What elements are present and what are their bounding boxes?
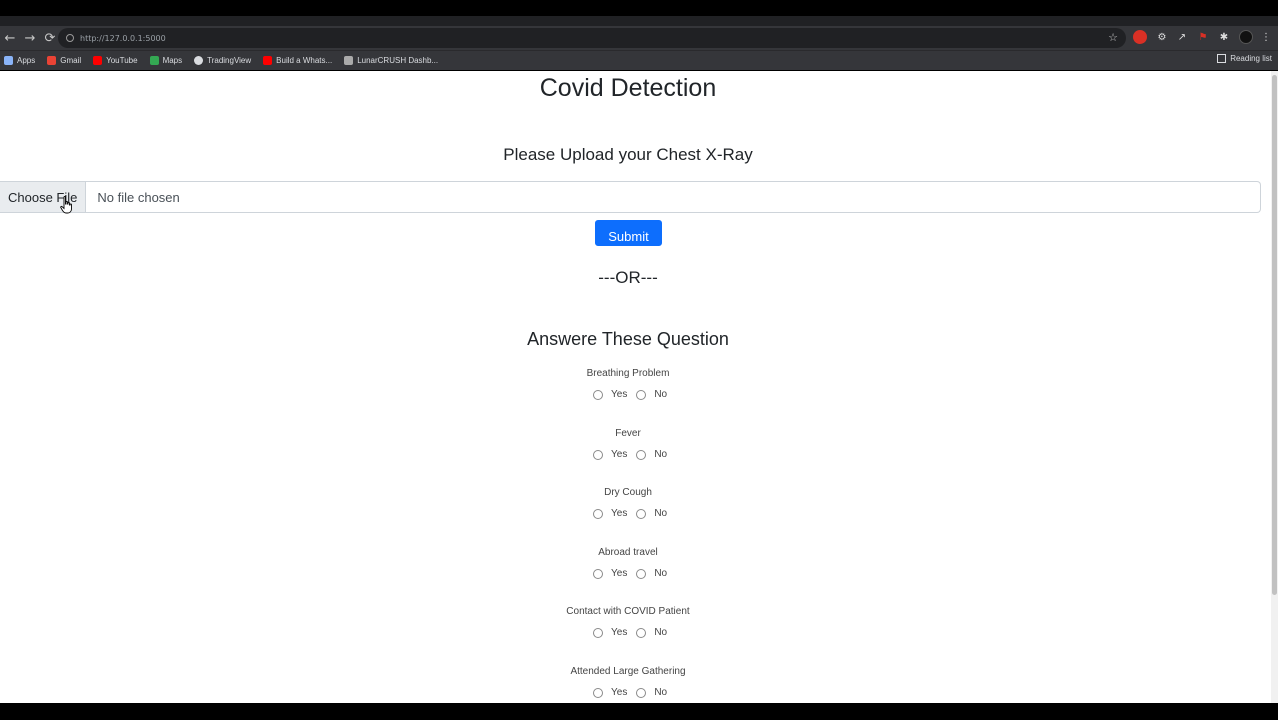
window-bottom xyxy=(0,703,1278,720)
bookmark-star-icon[interactable]: ☆ xyxy=(1108,31,1118,44)
bookmark-tradingview[interactable]: TradingView xyxy=(194,56,251,65)
question-label: Contact with COVID Patient xyxy=(566,606,690,617)
bookmark-lunarcrush[interactable]: LunarCRUSH Dashb... xyxy=(344,56,438,65)
reload-icon[interactable]: ⟳ xyxy=(40,28,60,48)
upload-heading: Please Upload your Chest X-Ray xyxy=(503,145,753,164)
yes-label: Yes xyxy=(611,449,628,460)
questions-heading: Answere These Question xyxy=(527,329,729,349)
question-label: Fever xyxy=(615,428,641,439)
no-label: No xyxy=(654,449,668,460)
no-label: No xyxy=(654,389,668,400)
bookmark-gmail[interactable]: Gmail xyxy=(47,56,81,65)
page-content: Covid Detection Please Upload your Chest… xyxy=(0,71,1271,703)
question-contact-covid: Contact with COVID Patient Yes No xyxy=(0,606,1256,638)
youtube-icon xyxy=(93,56,103,65)
yes-label: Yes xyxy=(611,627,628,638)
no-radio[interactable] xyxy=(636,389,647,400)
yes-label: Yes xyxy=(611,568,628,579)
question-label: Breathing Problem xyxy=(586,368,670,379)
gmail-icon xyxy=(47,56,57,65)
question-abroad-travel: Abroad travel Yes No xyxy=(0,547,1256,579)
tab-strip xyxy=(0,16,1278,26)
yes-radio[interactable] xyxy=(593,687,603,698)
no-label: No xyxy=(654,687,668,698)
page-title: Covid Detection xyxy=(539,74,717,102)
or-divider: ---OR--- xyxy=(598,268,658,287)
maps-icon xyxy=(149,56,159,65)
bookmark-maps[interactable]: Maps xyxy=(149,56,182,65)
forward-icon[interactable]: → xyxy=(20,28,40,48)
question-label: Attended Large Gathering xyxy=(570,666,686,677)
browser-toolbar: ← → ⟳ http://127.0.0.1:5000 ☆ ⚙ ↗ ⚑ ✱ ⋮ xyxy=(0,26,1278,50)
no-label: No xyxy=(654,568,668,579)
no-label: No xyxy=(654,627,668,638)
no-radio[interactable] xyxy=(636,449,647,460)
yes-radio[interactable] xyxy=(593,568,603,579)
bookmark-whatsapp[interactable]: Build a Whats... xyxy=(263,56,332,65)
scrollbar-thumb[interactable] xyxy=(1272,75,1277,595)
question-label: Abroad travel xyxy=(598,547,658,558)
reading-list-icon xyxy=(1217,54,1227,63)
page-scrollbar[interactable] xyxy=(1271,71,1278,703)
extensions-icon[interactable]: ✱ xyxy=(1217,30,1231,44)
back-icon[interactable]: ← xyxy=(0,28,20,48)
submit-button[interactable]: Submit xyxy=(595,220,662,246)
no-radio[interactable] xyxy=(636,508,647,519)
youtube-icon xyxy=(263,56,273,65)
question-breathing-problem: Breathing Problem Yes No xyxy=(0,368,1256,400)
bookmark-apps[interactable]: Apps xyxy=(4,56,35,65)
question-label: Dry Cough xyxy=(604,487,652,498)
menu-icon[interactable]: ⋮ xyxy=(1259,30,1273,44)
yes-radio[interactable] xyxy=(593,389,603,400)
no-radio[interactable] xyxy=(636,687,647,698)
no-label: No xyxy=(654,508,668,519)
extension-red-icon[interactable]: ⚑ xyxy=(1196,30,1210,44)
yes-label: Yes xyxy=(611,389,628,400)
file-input[interactable]: Choose File No file chosen xyxy=(0,181,1261,213)
bookmark-youtube[interactable]: YouTube xyxy=(93,56,138,65)
no-radio[interactable] xyxy=(636,568,647,579)
extension-arrow-icon[interactable]: ↗ xyxy=(1175,30,1189,44)
bookmarks-bar: Apps Gmail YouTube Maps TradingView Buil… xyxy=(0,50,1278,70)
hand-cursor-icon xyxy=(60,196,72,214)
info-icon[interactable] xyxy=(66,34,74,42)
extension-puzzle-icon[interactable]: ⚙ xyxy=(1155,30,1169,44)
url-text: http://127.0.0.1:5000 xyxy=(80,33,166,43)
yes-label: Yes xyxy=(611,508,628,519)
no-radio[interactable] xyxy=(636,627,647,638)
yes-radio[interactable] xyxy=(593,627,603,638)
globe-icon xyxy=(194,56,204,65)
question-large-gathering: Attended Large Gathering Yes No xyxy=(0,666,1256,698)
yes-radio[interactable] xyxy=(593,449,603,460)
question-dry-cough: Dry Cough Yes No xyxy=(0,487,1256,519)
avatar[interactable] xyxy=(1239,30,1253,44)
extension-adblock-icon[interactable] xyxy=(1133,30,1147,44)
address-bar[interactable]: http://127.0.0.1:5000 ☆ xyxy=(58,28,1126,48)
apps-icon xyxy=(4,56,13,65)
question-fever: Fever Yes No xyxy=(0,428,1256,460)
reading-list[interactable]: Reading list xyxy=(1217,54,1272,63)
yes-radio[interactable] xyxy=(593,508,603,519)
window-top xyxy=(0,0,1278,16)
yes-label: Yes xyxy=(611,687,628,698)
rocket-icon xyxy=(344,56,354,65)
file-status: No file chosen xyxy=(97,189,180,205)
